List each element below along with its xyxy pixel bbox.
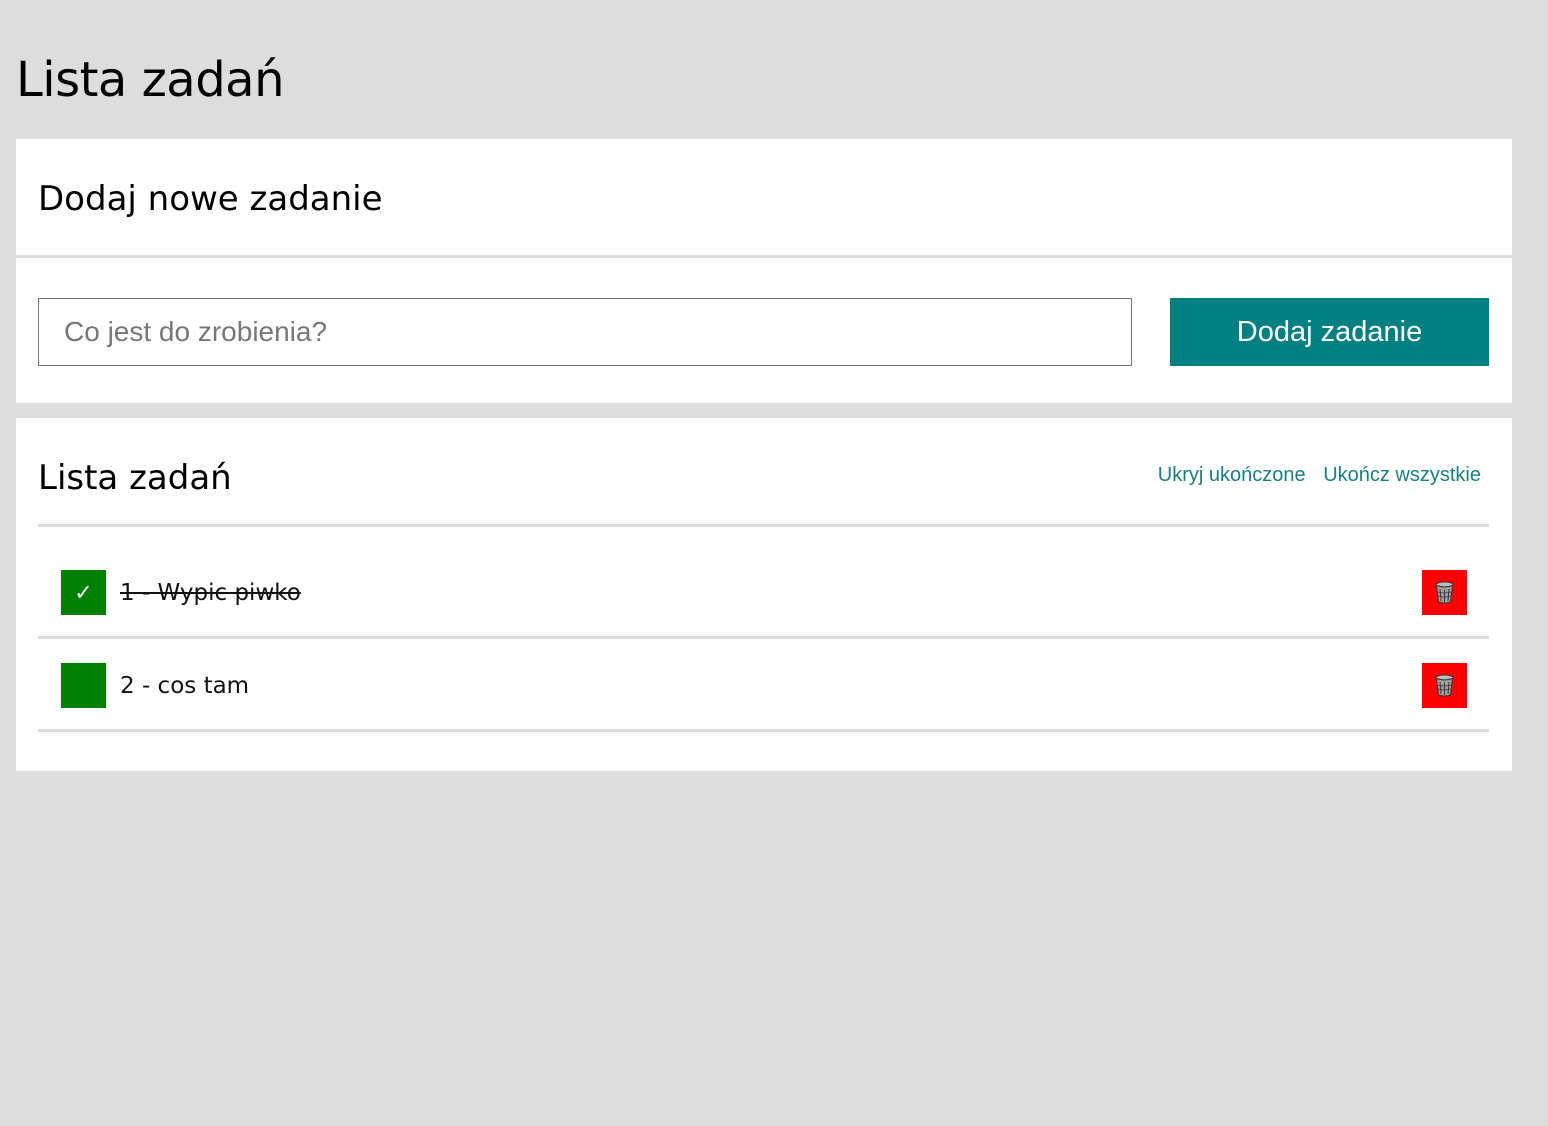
hide-completed-link[interactable]: Ukryj ukończone [1158,464,1306,486]
delete-task-button[interactable] [1422,570,1467,615]
task-list-title: Lista zadań [38,458,232,498]
delete-task-button[interactable] [1422,663,1467,708]
add-task-button[interactable]: Dodaj zadanie [1170,298,1489,366]
task-list-panel: Lista zadań Ukryj ukończone Ukończ wszys… [16,418,1512,771]
add-task-panel: Dodaj nowe zadanie Dodaj zadanie [16,139,1512,403]
task-item: ✓ 1 - Wypic piwko [38,527,1489,639]
task-list-actions: Ukryj ukończone Ukończ wszystkie [1146,464,1481,487]
task-complete-toggle[interactable]: ✓ [61,570,106,615]
trash-icon [1435,581,1454,604]
task-item: 2 - cos tam [38,639,1489,732]
add-task-header: Dodaj nowe zadanie [16,139,1512,258]
page-title: Lista zadań [16,52,285,108]
task-text: 2 - cos tam [120,673,250,699]
task-list-header: Lista zadań Ukryj ukończone Ukończ wszys… [38,418,1489,527]
trash-icon [1435,674,1454,697]
task-complete-toggle[interactable] [61,663,106,708]
add-task-title: Dodaj nowe zadanie [38,179,383,219]
task-text: 1 - Wypic piwko [120,580,301,606]
task-list: ✓ 1 - Wypic piwko 2 - cos tam [38,527,1489,732]
add-task-form: Dodaj zadanie [38,298,1489,366]
new-task-input[interactable] [38,298,1132,366]
complete-all-link[interactable]: Ukończ wszystkie [1323,464,1481,486]
check-icon: ✓ [74,580,93,605]
